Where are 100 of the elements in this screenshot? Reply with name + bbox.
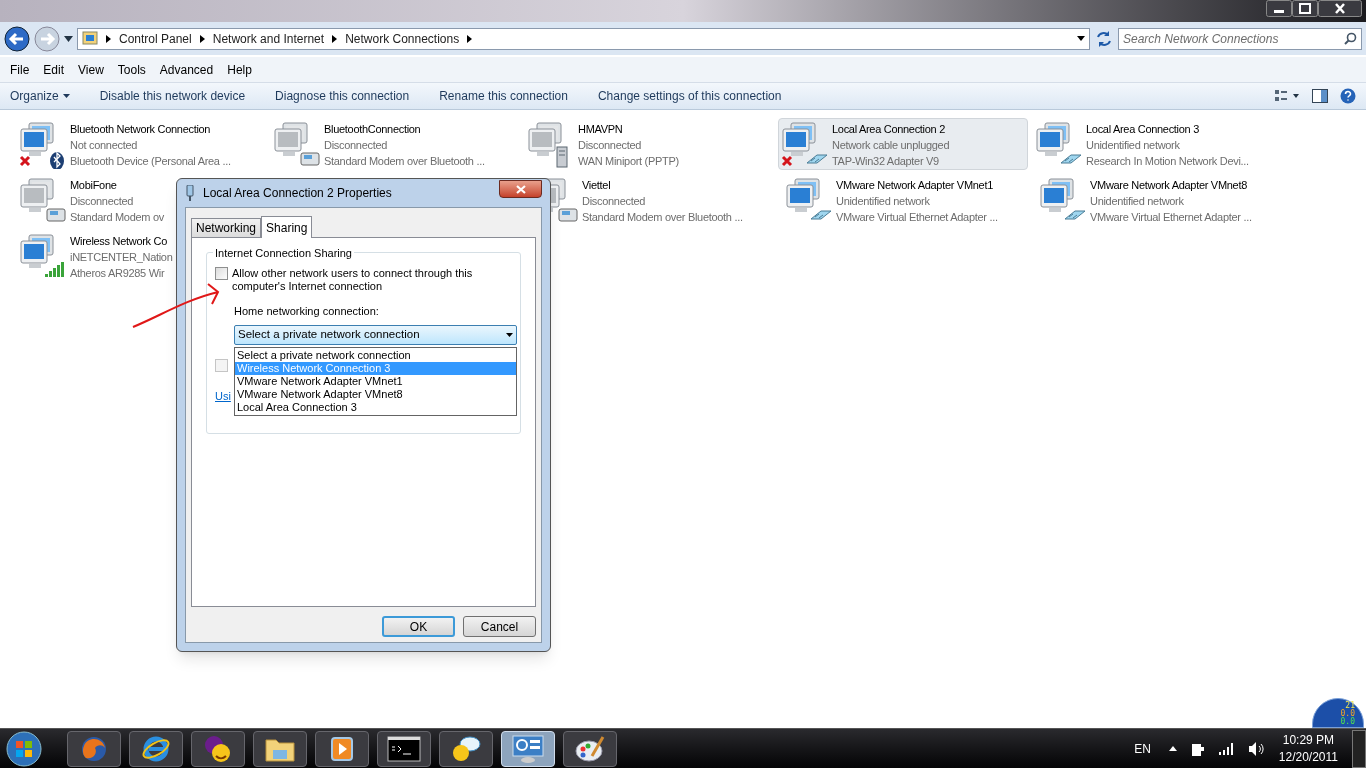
connection-name: VMware Network Adapter VMnet8 xyxy=(1090,178,1248,193)
taskbar-button[interactable] xyxy=(377,730,431,767)
dialog-tab[interactable]: Networking xyxy=(191,218,262,237)
connection-device: VMware Virtual Ethernet Adapter ... xyxy=(1090,210,1252,225)
menu-item[interactable]: Advanced xyxy=(159,60,214,79)
dropdown-option[interactable]: Local Area Connection 3 xyxy=(235,401,516,414)
taskbar-button[interactable] xyxy=(191,730,245,767)
connection-name: HMAVPN xyxy=(578,122,624,137)
command-button[interactable]: Rename this connection xyxy=(439,87,568,105)
network-folder-icon xyxy=(82,30,98,47)
taskbar-button[interactable] xyxy=(129,730,183,767)
connection-status: Unidentified network xyxy=(1086,138,1181,153)
dropdown-caret-icon[interactable] xyxy=(1077,36,1085,41)
network-adapter-icon xyxy=(273,121,321,169)
preview-pane-icon[interactable] xyxy=(1312,89,1328,103)
command-prompt-icon xyxy=(387,735,421,762)
dialog-tab[interactable]: Sharing xyxy=(261,216,313,238)
network-adapter-icon xyxy=(19,121,67,169)
caret-icon xyxy=(62,94,70,98)
gadget-upload: 0.0 xyxy=(1340,718,1355,726)
connection-item[interactable]: VMware Network Adapter VMnet1 Unidentified network VMware Virtual Ethernet Adapter ... xyxy=(782,174,1032,226)
speaker-icon[interactable] xyxy=(1248,741,1265,756)
connection-item[interactable]: Bluetooth Network Connection Not connected Bluetooth Device (Personal Area ... xyxy=(16,118,266,170)
connection-name: Viettel xyxy=(582,178,612,193)
signal-bars-icon[interactable] xyxy=(1218,742,1235,755)
dropdown-caret-icon[interactable] xyxy=(64,35,73,42)
taskbar-button[interactable] xyxy=(315,730,369,767)
dropdown-option[interactable]: VMware Network Adapter VMnet1 xyxy=(235,375,516,388)
menu-item[interactable]: View xyxy=(78,60,104,79)
maximize-icon[interactable] xyxy=(1292,0,1318,17)
breadcrumb-link[interactable]: Network and Internet xyxy=(212,29,325,48)
show-hidden-icons-arrow-icon[interactable] xyxy=(1168,746,1177,751)
dropdown-option[interactable]: Select a private network connection xyxy=(235,349,516,362)
connection-device: Research In Motion Network Devi... xyxy=(1086,154,1249,169)
view-options-icon[interactable] xyxy=(1274,89,1300,103)
checkbox-label[interactable]: Allow other network users to connect through this computer's Internet connection xyxy=(232,267,482,293)
connection-status: Disconnected xyxy=(324,138,389,153)
connection-name: Bluetooth Network Connection xyxy=(70,122,212,137)
close-button[interactable] xyxy=(499,180,542,198)
command-button[interactable]: Change settings of this connection xyxy=(597,87,782,105)
command-button[interactable]: Disable this network device xyxy=(99,87,246,105)
connection-status: Disconnected xyxy=(582,194,647,209)
connection-status: iNETCENTER_Nation xyxy=(70,250,173,265)
command-button[interactable]: Organize xyxy=(10,87,70,105)
breadcrumb-link[interactable]: Network Connections xyxy=(345,29,460,48)
smiley-messenger-icon xyxy=(203,733,233,764)
close-icon xyxy=(515,184,526,194)
show-desktop-button[interactable] xyxy=(1352,729,1366,768)
taskbar-button[interactable] xyxy=(563,730,617,767)
menu-item[interactable]: File xyxy=(10,60,30,79)
connection-name: Local Area Connection 2 xyxy=(832,122,946,137)
gadget-count: 21 xyxy=(1345,702,1355,710)
search-icon[interactable] xyxy=(1344,31,1357,45)
connection-name: BluetoothConnection xyxy=(324,122,422,137)
menu-item[interactable]: Edit xyxy=(43,60,65,79)
command-button[interactable]: Diagnose this connection xyxy=(275,87,410,105)
connection-item[interactable]: Local Area Connection 3 Unidentified network Research In Motion Network Devi... xyxy=(1032,118,1282,170)
chat-bubble-icon xyxy=(450,733,482,764)
breadcrumb-link[interactable]: Control Panel xyxy=(119,29,192,48)
connection-name: Local Area Connection 3 xyxy=(1086,122,1200,137)
breadcrumb-arrow-icon[interactable] xyxy=(199,34,205,43)
network-adapter-icon xyxy=(19,177,67,225)
network-adapter-icon xyxy=(781,121,829,169)
connection-item[interactable]: Local Area Connection 2 Network cable unplugged TAP-Win32 Adapter V9 xyxy=(778,118,1028,170)
dialog-button[interactable]: Cancel xyxy=(463,616,536,637)
connection-item[interactable]: BluetoothConnection Disconnected Standard Modem over Bluetooth ... xyxy=(270,118,520,170)
close-icon[interactable] xyxy=(1318,0,1362,17)
start-orb-icon[interactable] xyxy=(4,729,44,768)
breadcrumb-arrow-icon[interactable] xyxy=(467,34,473,43)
connection-item[interactable]: VMware Network Adapter VMnet8 Unidentified network VMware Virtual Ethernet Adapter ... xyxy=(1036,174,1286,226)
connection-status: Unidentified network xyxy=(836,194,931,209)
caret-icon xyxy=(506,332,513,337)
control-panel-icon xyxy=(511,733,545,764)
clock[interactable]: 10:29 PM 12/20/2011 xyxy=(1278,731,1338,766)
language-indicator[interactable]: EN xyxy=(1134,739,1151,758)
search-field[interactable]: Search Network Connections xyxy=(1118,27,1362,50)
menu-item[interactable]: Help xyxy=(227,60,252,79)
connection-device: TAP-Win32 Adapter V9 xyxy=(832,154,940,169)
address-field[interactable]: Control Panel Network and Internet Network Connections xyxy=(77,27,1090,50)
menu-item[interactable]: Tools xyxy=(117,60,146,79)
connection-device: VMware Virtual Ethernet Adapter ... xyxy=(836,210,998,225)
help-icon[interactable] xyxy=(1340,88,1356,104)
checkbox[interactable] xyxy=(215,267,228,280)
taskbar-button[interactable] xyxy=(253,730,307,767)
connection-status: Network cable unplugged xyxy=(832,138,950,153)
gadget-download: 0.0 xyxy=(1340,710,1355,718)
taskbar-button[interactable] xyxy=(439,730,493,767)
select-field[interactable]: Select a private network connection xyxy=(234,324,517,345)
connection-item[interactable]: HMAVPN Disconnected WAN Miniport (PPTP) xyxy=(524,118,774,170)
clock-time: 10:29 PM xyxy=(1282,731,1335,749)
dialog-button[interactable]: OK xyxy=(382,616,455,637)
dropdown-option[interactable]: VMware Network Adapter VMnet8 xyxy=(235,388,516,401)
connection-name: Wireless Network Co xyxy=(70,234,168,249)
breadcrumb-arrow-icon[interactable] xyxy=(332,34,338,43)
connection-status: Unidentified network xyxy=(1090,194,1185,209)
connection-name: MobiFone xyxy=(70,178,118,193)
connection-device: Standard Modem ov xyxy=(70,210,164,225)
connection-status: Disconnected xyxy=(578,138,643,153)
breadcrumb-arrow-icon[interactable] xyxy=(106,34,111,43)
minimize-icon[interactable] xyxy=(1266,0,1292,17)
